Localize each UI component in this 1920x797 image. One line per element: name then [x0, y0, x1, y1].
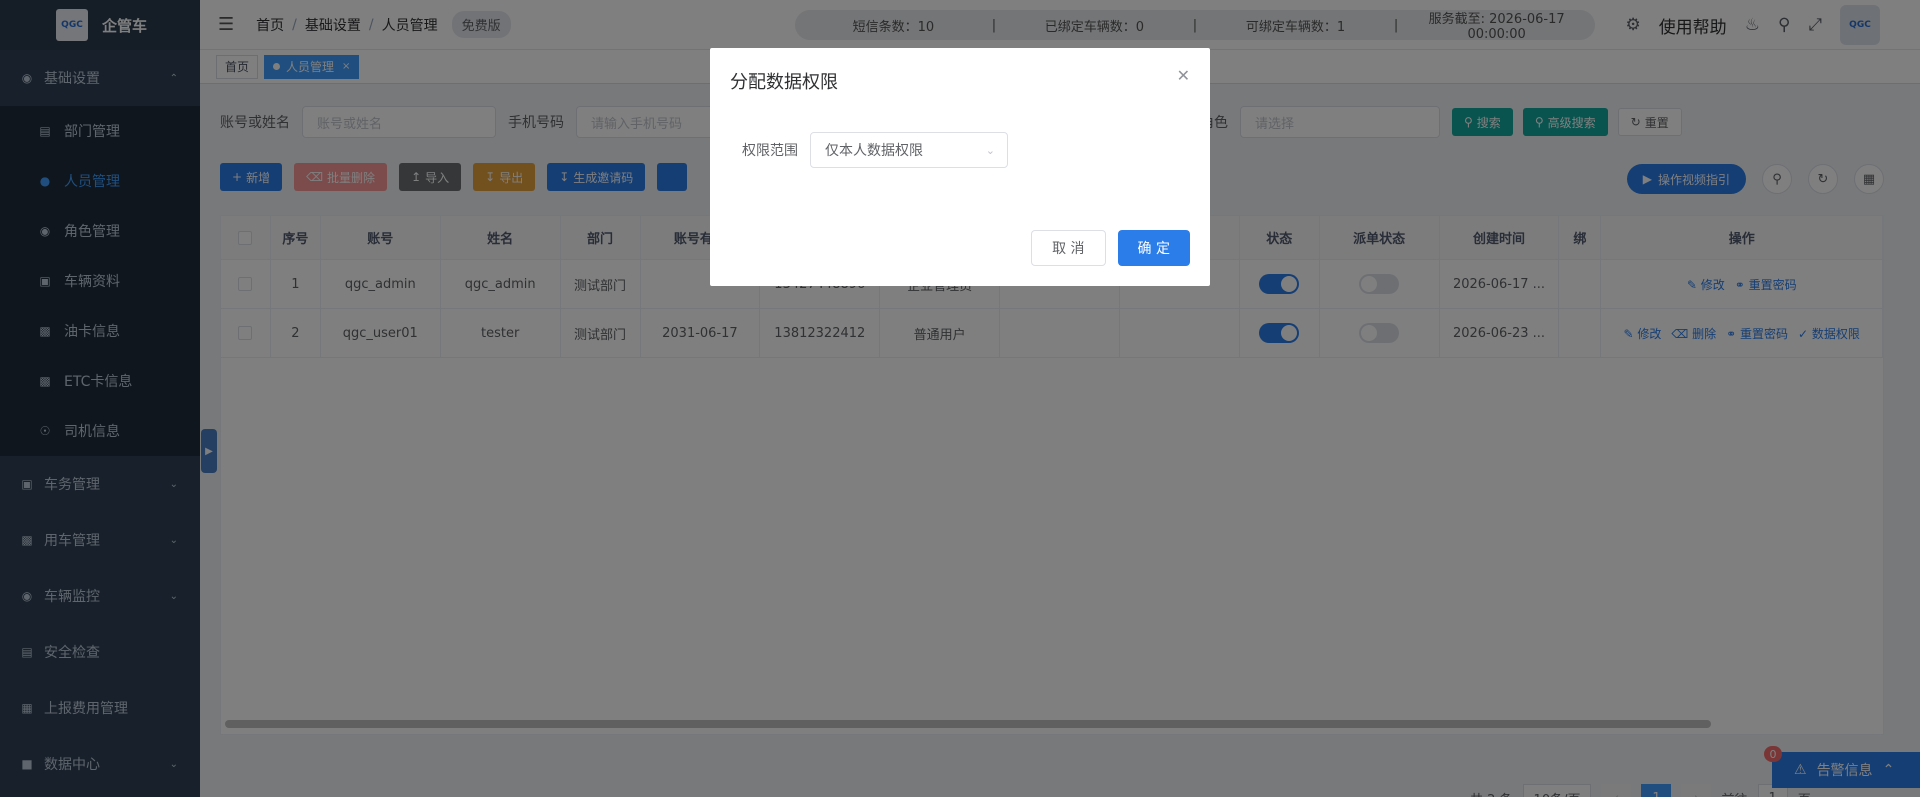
scope-selected-value: 仅本人数据权限: [825, 143, 923, 159]
scope-form-row: 权限范围 仅本人数据权限 ⌄: [742, 132, 1008, 168]
close-icon[interactable]: ✕: [1177, 66, 1190, 85]
dialog-title: 分配数据权限: [730, 72, 838, 93]
confirm-button[interactable]: 确 定: [1117, 230, 1190, 266]
chevron-down-icon: ⌄: [985, 143, 995, 157]
dialog-footer: 取 消 确 定: [1031, 230, 1190, 266]
cancel-button[interactable]: 取 消: [1031, 230, 1106, 266]
scope-select[interactable]: 仅本人数据权限 ⌄: [810, 132, 1008, 168]
scope-label: 权限范围: [742, 143, 798, 159]
data-permission-dialog: 分配数据权限 ✕ 权限范围 仅本人数据权限 ⌄ 取 消 确 定: [710, 48, 1210, 286]
